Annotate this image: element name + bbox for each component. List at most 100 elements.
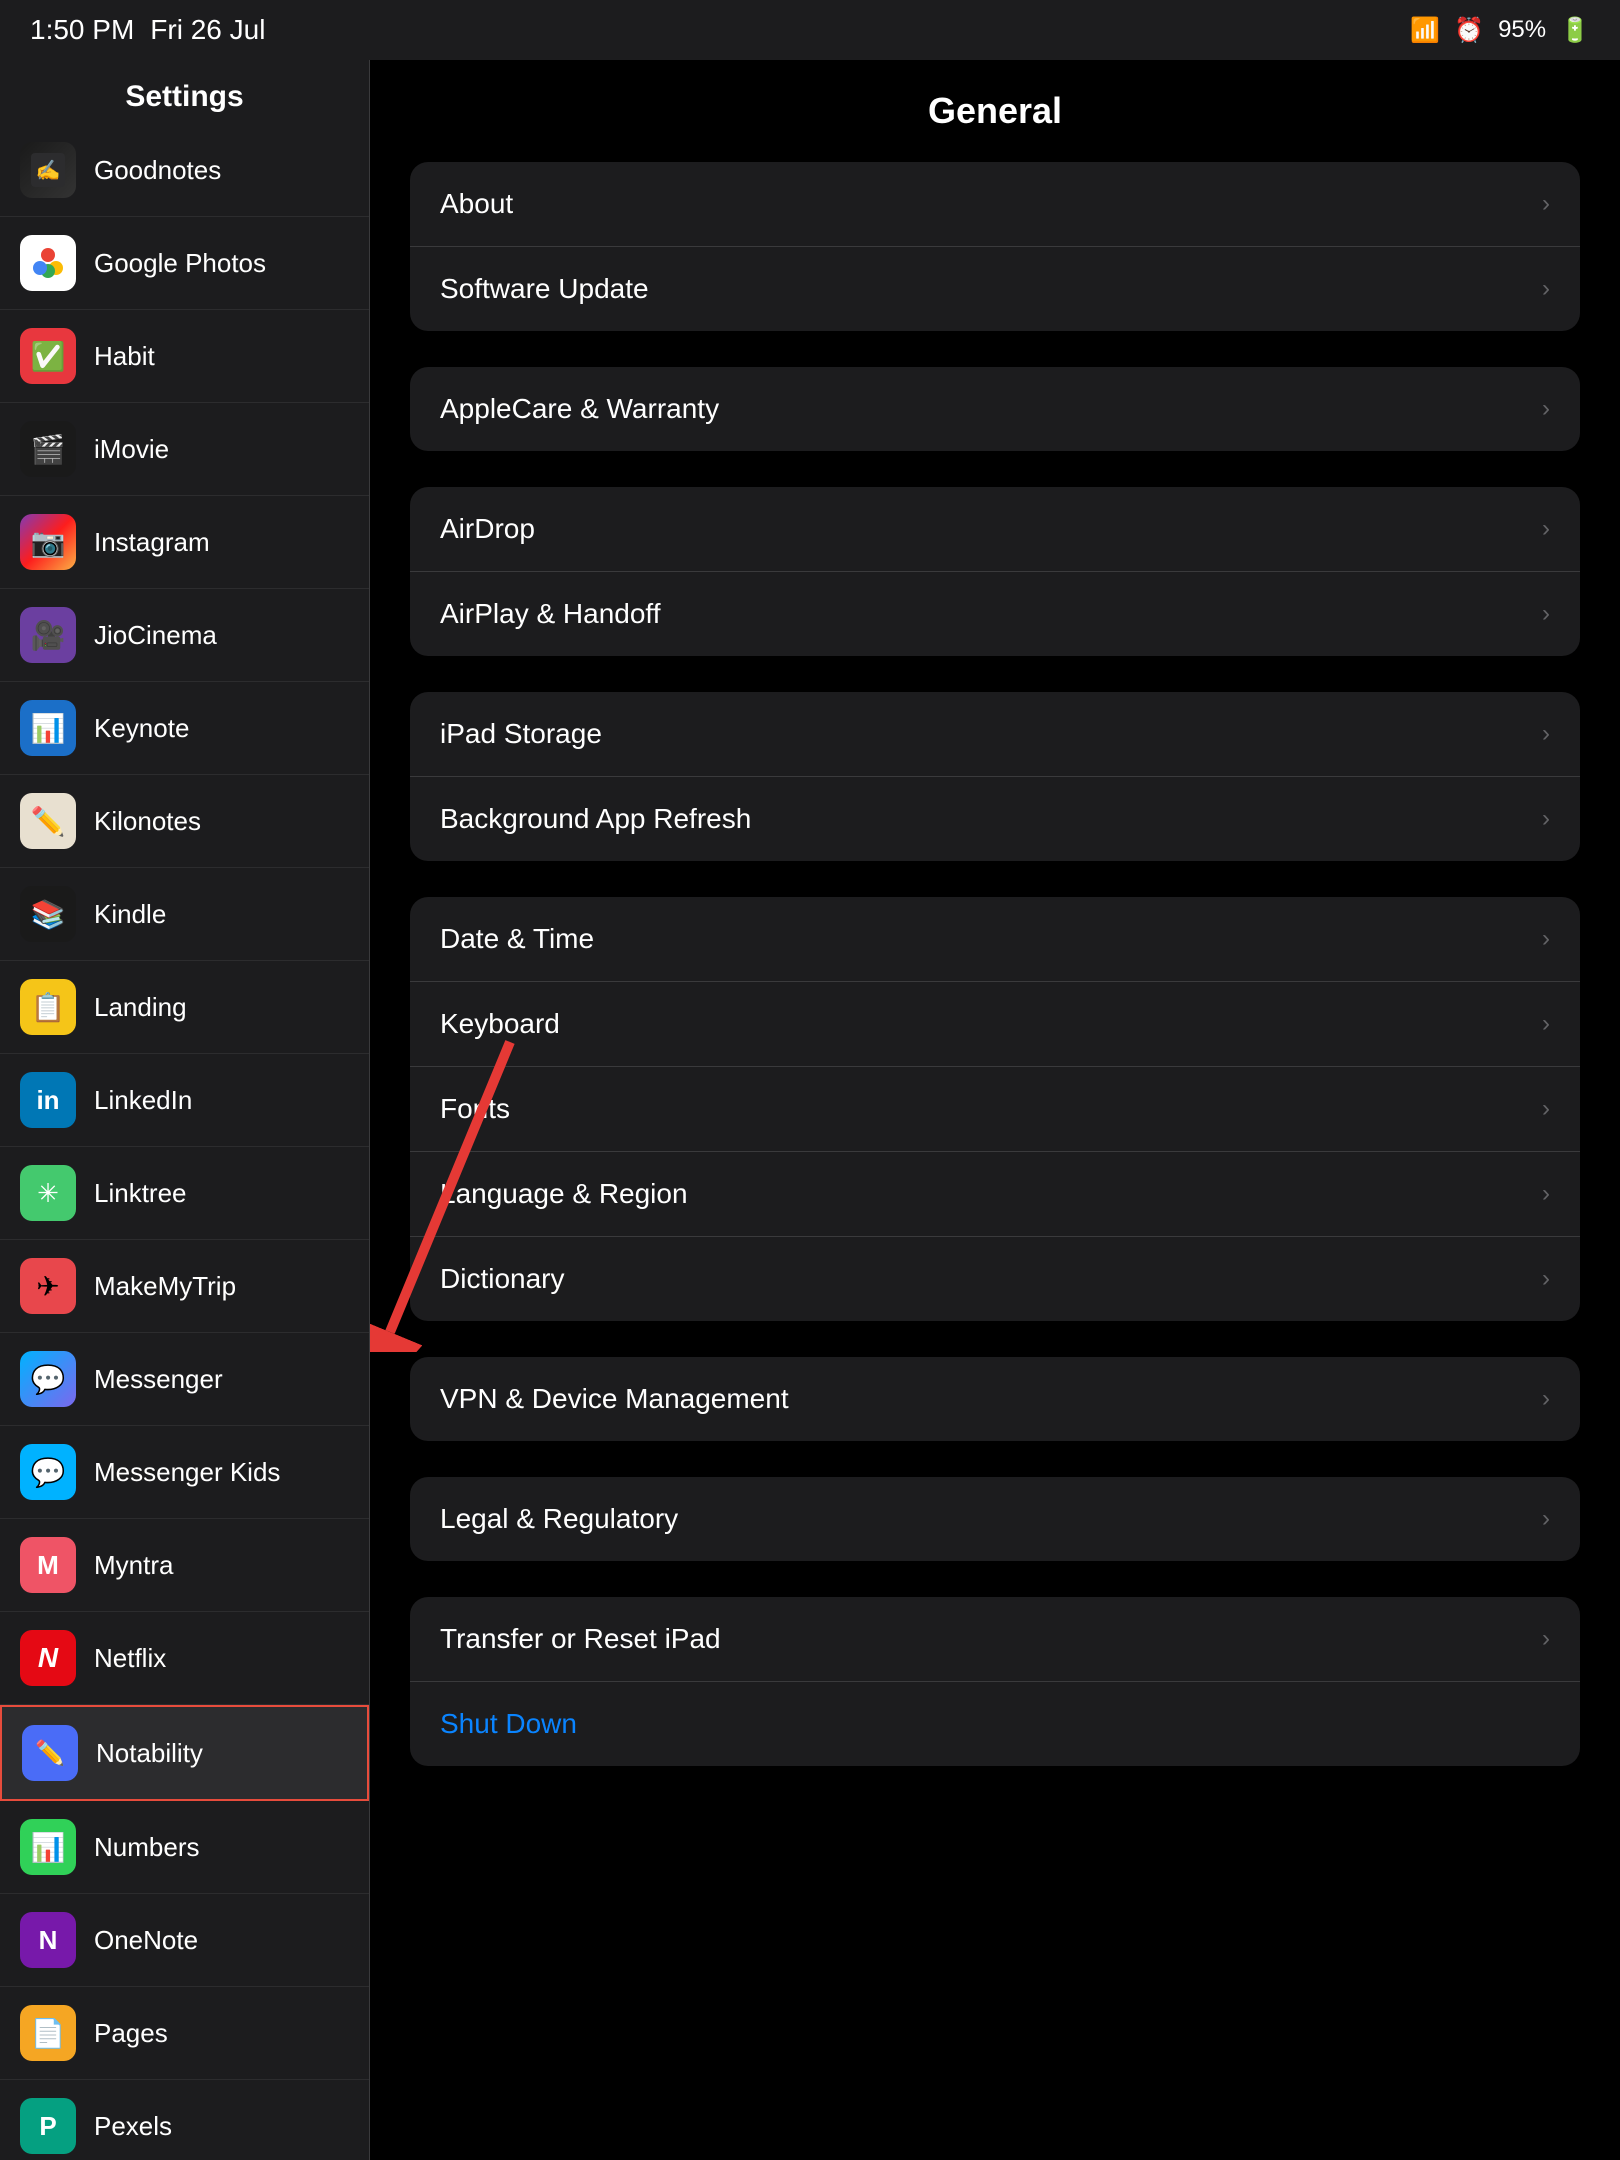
linkedin-label: LinkedIn — [94, 1085, 192, 1116]
landing-label: Landing — [94, 992, 187, 1023]
settings-label-ipad-storage: iPad Storage — [440, 718, 602, 750]
settings-label-date-time: Date & Time — [440, 923, 594, 955]
sidebar-item-jiocinema[interactable]: 🎥JioCinema — [0, 589, 369, 682]
settings-row-transfer-reset[interactable]: Transfer or Reset iPad › — [410, 1597, 1580, 1682]
keynote-icon: 📊 — [20, 700, 76, 756]
kilonotes-label: Kilonotes — [94, 806, 201, 837]
sidebar-item-kindle[interactable]: 📚Kindle — [0, 868, 369, 961]
settings-row-applecare[interactable]: AppleCare & Warranty› — [410, 367, 1580, 451]
onenote-icon: N — [20, 1912, 76, 1968]
sidebar-item-pages[interactable]: 📄Pages — [0, 1987, 369, 2080]
settings-row-legal[interactable]: Legal & Regulatory› — [410, 1477, 1580, 1561]
settings-row-language-region[interactable]: Language & Region › — [410, 1152, 1580, 1237]
settings-row-fonts[interactable]: Fonts › — [410, 1067, 1580, 1152]
settings-row-about[interactable]: About › — [410, 162, 1580, 247]
chevron-icon-legal: › — [1542, 1505, 1550, 1533]
chevron-icon-keyboard: › — [1542, 1010, 1550, 1038]
settings-row-background-refresh[interactable]: Background App Refresh › — [410, 777, 1580, 861]
sidebar-item-numbers[interactable]: 📊Numbers — [0, 1801, 369, 1894]
settings-label-background-refresh: Background App Refresh — [440, 803, 751, 835]
chevron-icon-fonts: › — [1542, 1095, 1550, 1123]
sidebar-item-onenote[interactable]: N OneNote — [0, 1894, 369, 1987]
settings-row-date-time[interactable]: Date & Time› — [410, 897, 1580, 982]
settings-row-airplay[interactable]: AirPlay & Handoff › — [410, 572, 1580, 656]
chevron-icon-airdrop: › — [1542, 515, 1550, 543]
settings-row-shut-down[interactable]: Shut Down — [410, 1682, 1580, 1766]
kindle-icon: 📚 — [20, 886, 76, 942]
sidebar-item-goodnotes[interactable]: ✍Goodnotes — [0, 124, 369, 217]
landing-icon: 📋 — [20, 979, 76, 1035]
sidebar-item-myntra[interactable]: MMyntra — [0, 1519, 369, 1612]
settings-groups: About›Software Update›AppleCare & Warran… — [410, 162, 1580, 1766]
status-icons: 📶 ⏰ 95% 🔋 — [1410, 16, 1590, 45]
goodnotes-icon: ✍ — [20, 142, 76, 198]
sidebar-item-makemytrip[interactable]: ✈ MakeMyTrip — [0, 1240, 369, 1333]
google-photos-icon — [20, 235, 76, 291]
settings-label-software-update: Software Update — [440, 273, 649, 305]
sidebar: Settings ✍GoodnotesGoogle Photos✅Habit🎬i… — [0, 60, 370, 2160]
settings-row-software-update[interactable]: Software Update› — [410, 247, 1580, 331]
myntra-label: Myntra — [94, 1550, 173, 1581]
onenote-label: OneNote — [94, 1925, 198, 1956]
makemytrip-label: MakeMyTrip — [94, 1271, 236, 1302]
settings-label-shut-down: Shut Down — [440, 1708, 577, 1740]
content-title: General — [410, 90, 1580, 132]
settings-row-vpn[interactable]: VPN & Device Management › — [410, 1357, 1580, 1441]
chevron-icon-background-refresh: › — [1542, 805, 1550, 833]
chevron-icon-language-region: › — [1542, 1180, 1550, 1208]
settings-row-airdrop[interactable]: AirDrop› — [410, 487, 1580, 572]
chevron-icon-applecare: › — [1542, 395, 1550, 423]
settings-row-dictionary[interactable]: Dictionary› — [410, 1237, 1580, 1321]
keynote-label: Keynote — [94, 713, 189, 744]
sidebar-item-messenger-kids[interactable]: 💬Messenger Kids — [0, 1426, 369, 1519]
alarm-icon: ⏰ — [1454, 16, 1484, 45]
pexels-icon: P — [20, 2098, 76, 2154]
settings-label-about: About — [440, 188, 513, 220]
sidebar-item-imovie[interactable]: 🎬iMovie — [0, 403, 369, 496]
settings-group-group4: iPad Storage› Background App Refresh › — [410, 692, 1580, 861]
settings-label-dictionary: Dictionary — [440, 1263, 564, 1295]
sidebar-item-pexels[interactable]: P Pexels — [0, 2080, 369, 2160]
sidebar-item-habit[interactable]: ✅Habit — [0, 310, 369, 403]
settings-label-fonts: Fonts — [440, 1093, 510, 1125]
linktree-icon: ✳ — [20, 1165, 76, 1221]
sidebar-item-landing[interactable]: 📋 Landing — [0, 961, 369, 1054]
sidebar-item-linkedin[interactable]: inLinkedIn — [0, 1054, 369, 1147]
habit-label: Habit — [94, 341, 155, 372]
sidebar-item-linktree[interactable]: ✳ Linktree — [0, 1147, 369, 1240]
sidebar-item-notability[interactable]: ✏️Notability — [0, 1705, 369, 1801]
pages-icon: 📄 — [20, 2005, 76, 2061]
netflix-label: Netflix — [94, 1643, 166, 1674]
settings-group-group1: About › Software Update› — [410, 162, 1580, 331]
chevron-icon-about: › — [1542, 190, 1550, 218]
settings-label-keyboard: Keyboard — [440, 1008, 560, 1040]
sidebar-item-messenger[interactable]: 💬Messenger — [0, 1333, 369, 1426]
settings-label-transfer-reset: Transfer or Reset iPad — [440, 1623, 721, 1655]
settings-label-vpn: VPN & Device Management — [440, 1383, 789, 1415]
chevron-icon-airplay: › — [1542, 600, 1550, 628]
sidebar-item-kilonotes[interactable]: ✏️Kilonotes — [0, 775, 369, 868]
main-container: Settings ✍GoodnotesGoogle Photos✅Habit🎬i… — [0, 60, 1620, 2160]
google-photos-label: Google Photos — [94, 248, 266, 279]
sidebar-item-keynote[interactable]: 📊 Keynote — [0, 682, 369, 775]
sidebar-item-netflix[interactable]: NNetflix — [0, 1612, 369, 1705]
makemytrip-icon: ✈ — [20, 1258, 76, 1314]
chevron-icon-vpn: › — [1542, 1385, 1550, 1413]
jiocinema-icon: 🎥 — [20, 607, 76, 663]
sidebar-item-google-photos[interactable]: Google Photos — [0, 217, 369, 310]
settings-group-group6: VPN & Device Management › — [410, 1357, 1580, 1441]
pexels-label: Pexels — [94, 2111, 172, 2142]
messenger-kids-icon: 💬 — [20, 1444, 76, 1500]
linktree-label: Linktree — [94, 1178, 187, 1209]
settings-row-keyboard[interactable]: Keyboard › — [410, 982, 1580, 1067]
messenger-icon: 💬 — [20, 1351, 76, 1407]
numbers-icon: 📊 — [20, 1819, 76, 1875]
sidebar-item-instagram[interactable]: 📷Instagram — [0, 496, 369, 589]
settings-row-ipad-storage[interactable]: iPad Storage› — [410, 692, 1580, 777]
settings-group-group2: AppleCare & Warranty› — [410, 367, 1580, 451]
settings-label-airplay: AirPlay & Handoff — [440, 598, 661, 630]
settings-label-language-region: Language & Region — [440, 1178, 688, 1210]
settings-group-group5: Date & Time›Keyboard›Fonts›Language & Re… — [410, 897, 1580, 1321]
chevron-icon-transfer-reset: › — [1542, 1625, 1550, 1653]
battery-level: 95% — [1498, 16, 1546, 44]
